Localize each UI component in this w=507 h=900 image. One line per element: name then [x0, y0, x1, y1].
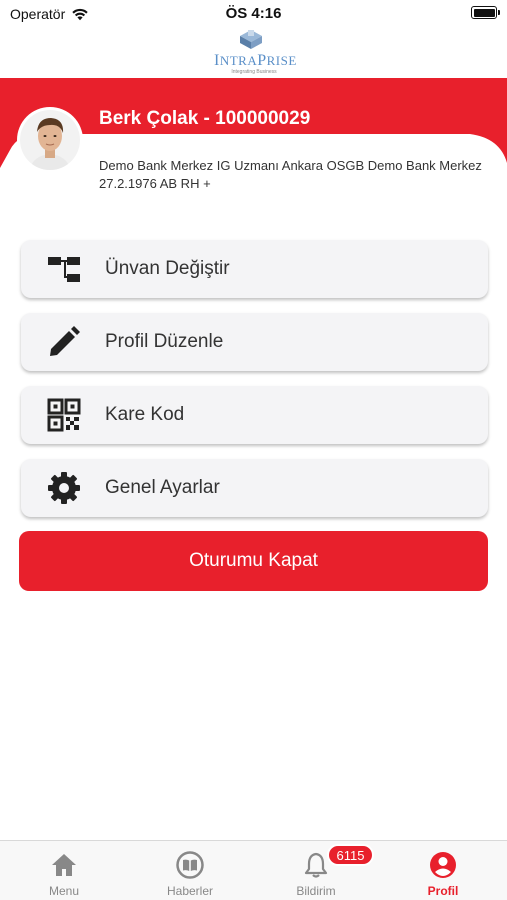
edit-profile-label: Profil Düzenle: [105, 331, 224, 352]
book-icon: [176, 851, 204, 879]
logo-mark-icon: [240, 30, 262, 49]
tab-menu-label: Menu: [48, 884, 80, 898]
general-settings-button[interactable]: Genel Ayarlar: [21, 459, 488, 517]
user-details: Demo Bank Merkez IG Uzmanı Ankara OSGB D…: [99, 158, 482, 191]
pencil-icon: [50, 326, 80, 356]
logout-button[interactable]: Oturumu Kapat: [19, 531, 488, 591]
qr-code-label: Kare Kod: [105, 404, 185, 425]
tab-news[interactable]: Haberler: [140, 841, 240, 900]
change-title-button[interactable]: Ünvan Değiştir: [21, 240, 488, 298]
user-icon: [430, 852, 456, 878]
bell-icon: [304, 852, 328, 878]
user-photo: [20, 110, 80, 170]
tab-bar: Menu Haberler Bildirim Profil: [0, 840, 507, 900]
tab-profile-label: Profil: [427, 884, 459, 898]
edit-profile-button[interactable]: Profil Düzenle: [21, 313, 488, 371]
qr-code-button[interactable]: Kare Kod: [21, 386, 488, 444]
battery-icon: [471, 6, 500, 19]
status-bar: Operatör ÖS 4:16: [0, 0, 507, 28]
tab-news-label: Haberler: [166, 884, 214, 898]
general-settings-label: Genel Ayarlar: [105, 477, 220, 498]
qr-code-icon: [47, 398, 81, 432]
notification-count-badge: 6115: [327, 844, 374, 866]
logo-text: INTRAPRISE: [214, 52, 297, 69]
app-logo: INTRAPRISE Integrating Business: [0, 28, 507, 78]
tab-menu[interactable]: Menu: [14, 841, 114, 900]
change-title-label: Ünvan Değiştir: [105, 258, 230, 279]
status-time: ÖS 4:16: [225, 5, 282, 22]
tab-profile[interactable]: Profil: [393, 841, 493, 900]
home-icon: [52, 854, 76, 876]
user-name: Berk Çolak - 100000029: [99, 108, 311, 129]
tab-notifications-label: Bildirim: [296, 884, 336, 898]
org-chart-icon: [48, 257, 80, 282]
logo-tagline: Integrating Business: [231, 69, 277, 75]
avatar: [20, 110, 80, 170]
gear-icon: [48, 472, 80, 504]
